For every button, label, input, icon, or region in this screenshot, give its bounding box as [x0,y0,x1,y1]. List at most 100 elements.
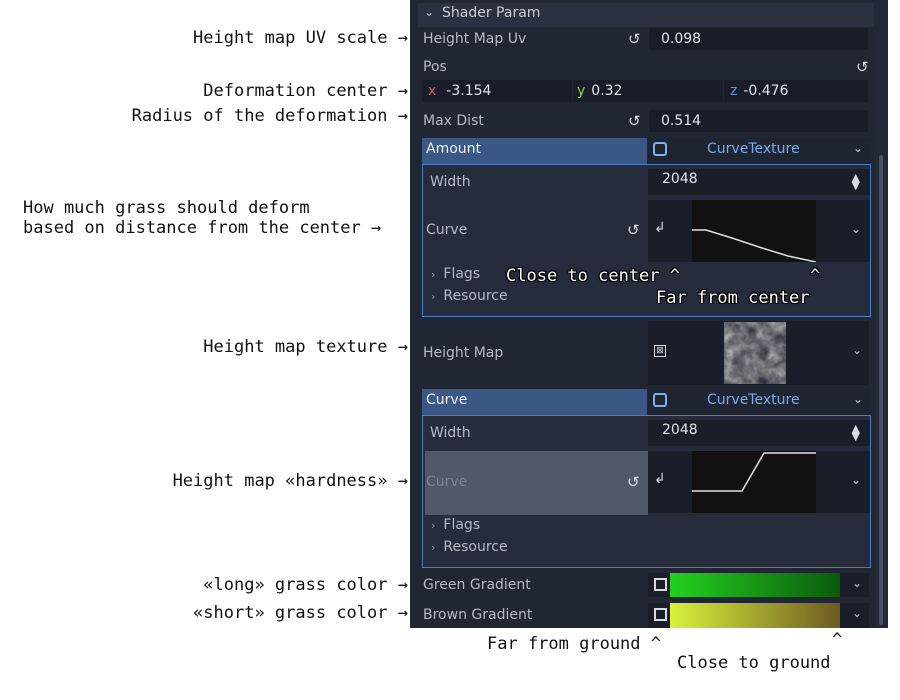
annotation-far-from-center: Far from center [656,288,810,308]
curve-subresource: Width 2048 ▲ ▼ Curve ↺ ↲ ⌄ › Flags › Resour… [422,415,871,568]
annotation-deformation-center: Deformation center → [203,81,408,101]
brown-gradient-preview [670,603,840,628]
curve-width-label: Width [430,425,471,441]
brown-gradient-picker[interactable]: ⌄ [648,603,869,628]
inspector-scrollbar[interactable] [874,0,888,628]
annotation-uv-scale: Height map UV scale → [193,28,408,48]
scrollbar-thumb[interactable] [879,155,883,625]
z-axis-label: z [730,83,738,99]
curve-width-value: 2048 [662,422,698,438]
annotation-close-ground-caret: ^ [832,630,843,650]
curve-curve-label: Curve [426,474,468,490]
pos-label: Pos [423,59,447,75]
revert-icon[interactable]: ↺ [627,219,640,241]
amount-resource-name: CurveTexture [707,141,800,157]
max-dist-field[interactable]: 0.514 [649,110,868,132]
annotation-far-from-ground: Far from ground ^ [487,634,661,654]
curve-icon: ↲ [654,220,666,236]
pos-y-field[interactable]: y 0.32 [573,80,723,102]
height-map-picker[interactable]: ⊠ ⌄ [648,321,869,385]
chevron-right-icon: › [431,268,436,281]
amount-resource-fold[interactable]: › Resource [431,288,508,304]
curve-label: Curve [426,392,468,408]
chevron-right-icon: › [431,541,436,554]
green-gradient-picker[interactable]: ⌄ [648,573,869,597]
annotation-hardness: Height map «hardness» → [172,471,408,491]
row-green-gradient: Green Gradient ⌄ [410,573,874,597]
annotation-deform-line1: How much grass should deform [23,198,310,218]
curve-curve-svg [692,452,816,492]
pos-z-field[interactable]: z -0.476 [724,80,868,102]
curve-resource-header[interactable]: Curve CurveTexture ⌄ [422,389,871,415]
chevron-down-icon[interactable]: ⌄ [851,222,861,236]
annotation-radius: Radius of the deformation → [131,106,408,126]
curve-resource-name: CurveTexture [707,392,800,408]
gradient-icon [654,608,667,621]
amount-flags-fold[interactable]: › Flags [431,266,480,282]
chevron-down-icon[interactable]: ⌄ [852,606,862,620]
chevron-down-icon[interactable]: ⌄ [852,576,862,590]
amount-width-label: Width [430,174,471,190]
curve-texture-icon [653,142,667,156]
pos-y-value: 0.32 [591,83,623,99]
chevron-down-icon[interactable]: ⌄ [852,343,862,357]
chevron-right-icon: › [431,519,436,532]
curve-resource-fold[interactable]: › Resource [431,539,508,555]
pos-x-value: -3.154 [446,83,492,99]
updown-icon[interactable]: ▲ ▼ [852,172,860,191]
amount-label: Amount [426,141,482,157]
image-icon: ⊠ [654,345,666,357]
gradient-icon [654,578,667,591]
curve-width-field[interactable]: 2048 ▲ ▼ [648,420,870,446]
row-pos-label: Pos ↺ [410,56,874,78]
annotation-texture: Height map texture → [203,337,408,357]
curve-icon: ↲ [654,471,666,487]
curve-resource-picker[interactable]: CurveTexture ⌄ [647,389,871,415]
annotation-long-color: «long» grass color → [203,575,408,595]
x-axis-label: x [428,83,437,99]
curve-curve-preview [692,451,816,513]
revert-icon[interactable]: ↺ [628,28,641,50]
height-map-uv-field[interactable]: 0.098 [649,28,868,50]
row-height-map-uv: Height Map Uv ↺ 0.098 [410,28,874,50]
annotation-far-center-caret: ^ [810,266,821,286]
revert-icon[interactable]: ↺ [627,471,640,493]
amount-resource-header[interactable]: Amount CurveTexture ⌄ [422,138,871,164]
row-pos-fields: x -3.154 y 0.32 z -0.476 [410,80,874,102]
revert-icon[interactable]: ↺ [856,56,869,78]
chevron-down-icon[interactable]: ⌄ [853,392,863,406]
curve-texture-icon [653,393,667,407]
section-shader-param[interactable]: ⌄ Shader Param [418,3,874,27]
row-brown-gradient: Brown Gradient ⌄ [410,603,874,628]
brown-gradient-label: Brown Gradient [423,607,533,623]
pos-z-value: -0.476 [743,83,789,99]
amount-width-value: 2048 [662,171,698,187]
amount-curve-svg [692,229,817,263]
chevron-down-icon: ⌄ [424,5,435,19]
row-max-dist: Max Dist ↺ 0.514 [410,110,874,132]
chevron-down-icon[interactable]: ⌄ [853,141,863,155]
curve-flags-fold[interactable]: › Flags [431,517,480,533]
max-dist-label: Max Dist [423,113,484,129]
curve-curve-field[interactable]: ↲ ⌄ [648,451,870,513]
chevron-down-icon[interactable]: ⌄ [851,473,861,487]
amount-curve-preview [692,200,817,263]
y-axis-label: y [577,83,586,99]
row-height-map: Height Map ⊠ ⌄ [410,321,874,385]
height-map-label: Height Map [423,345,504,361]
height-map-thumbnail [724,322,786,384]
chevron-right-icon: › [431,290,436,303]
green-gradient-label: Green Gradient [423,577,531,593]
section-title: Shader Param [442,5,541,21]
amount-width-field[interactable]: 2048 ▲ ▼ [648,169,870,195]
green-gradient-preview [670,573,840,597]
inspector-panel: ⌄ Shader Param Height Map Uv ↺ 0.098 Pos… [410,0,888,628]
annotation-deform-line2: based on distance from the center → [23,218,382,238]
updown-icon[interactable]: ▲ ▼ [852,423,860,442]
amount-resource-picker[interactable]: CurveTexture ⌄ [647,138,871,164]
pos-x-field[interactable]: x -3.154 [422,80,572,102]
annotation-close-to-ground: Close to ground [677,653,831,673]
annotation-close-to-center: Close to center ^ [506,266,680,286]
amount-curve-field[interactable]: ↲ ⌄ [648,200,870,263]
revert-icon[interactable]: ↺ [628,110,641,132]
